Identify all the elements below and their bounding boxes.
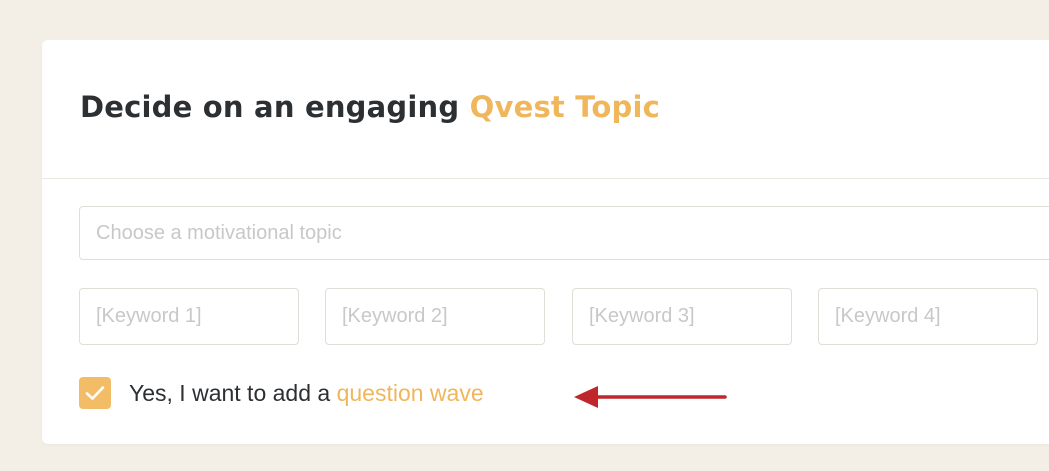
question-wave-label[interactable]: Yes, I want to add a question wave [129, 380, 484, 407]
question-wave-label-accent: question wave [336, 379, 484, 406]
question-wave-label-prefix: Yes, I want to add a [129, 379, 337, 406]
keyword-4-input[interactable] [818, 288, 1038, 345]
arrow-left-icon [574, 386, 727, 408]
page-title: Decide on an engaging Qvest Topic [80, 90, 660, 124]
card-header: Decide on an engaging Qvest Topic [42, 40, 1049, 179]
title-accent: Qvest Topic [469, 90, 661, 124]
title-prefix: Decide on an engaging [80, 90, 470, 124]
topic-input[interactable] [79, 206, 1049, 260]
question-wave-checkbox[interactable] [79, 377, 111, 409]
keyword-2-input[interactable] [325, 288, 545, 345]
topic-card: Decide on an engaging Qvest Topic Yes, I… [42, 40, 1049, 444]
question-wave-option[interactable]: Yes, I want to add a question wave [79, 375, 484, 411]
keyword-1-input[interactable] [79, 288, 299, 345]
keyword-3-input[interactable] [572, 288, 792, 345]
checkmark-icon [85, 386, 105, 400]
